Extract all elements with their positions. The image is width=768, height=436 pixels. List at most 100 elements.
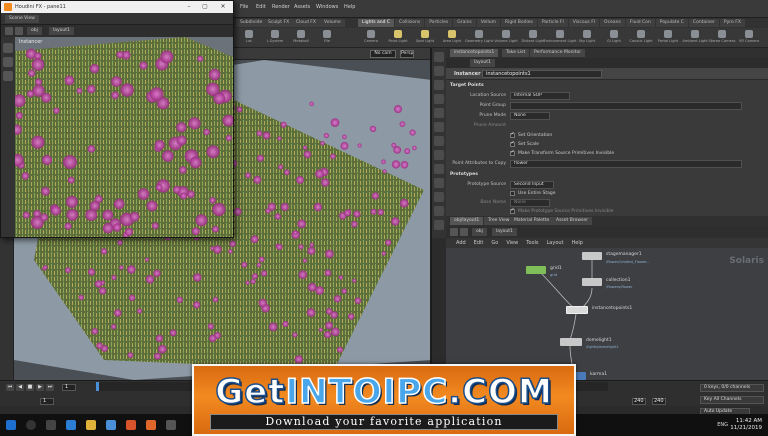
- shelf-tool-file[interactable]: File: [316, 28, 338, 48]
- play-icon[interactable]: ▶: [36, 384, 44, 391]
- zoom-icon[interactable]: [3, 71, 13, 81]
- net-menu-tools[interactable]: Tools: [526, 238, 538, 248]
- shelf-tool-stereo-camera[interactable]: Stereo Camera: [709, 28, 735, 48]
- app-taskbar-icon[interactable]: [166, 420, 176, 430]
- network-graph[interactable]: Solaris stagemanager1 /flower/Limited_Fl…: [446, 248, 768, 380]
- param-path[interactable]: layout1: [470, 59, 495, 67]
- net-menu-layout[interactable]: Layout: [547, 238, 564, 248]
- shelf-tab[interactable]: Vellum: [476, 19, 501, 27]
- render-region-icon[interactable]: [434, 220, 444, 230]
- shelf-tool-lattice[interactable]: Lat: [238, 28, 260, 48]
- select-icon[interactable]: [3, 43, 13, 53]
- background-icon[interactable]: [434, 136, 444, 146]
- ghost-icon[interactable]: [434, 150, 444, 160]
- tab-network[interactable]: obj/layout1: [450, 217, 484, 225]
- windows-start-icon[interactable]: [6, 420, 16, 430]
- current-frame-field[interactable]: 1: [62, 384, 76, 391]
- minimize-icon[interactable]: –: [183, 2, 195, 12]
- point-group-field[interactable]: [510, 102, 742, 110]
- shelf-tab[interactable]: Particles: [425, 19, 453, 27]
- camera-view-icon[interactable]: [434, 206, 444, 216]
- lighting-icon[interactable]: [434, 94, 444, 104]
- window-titlebar[interactable]: Houdini FX - pane11 – ▢ ✕: [1, 1, 233, 13]
- tab-scene-view[interactable]: Scene View: [5, 15, 39, 23]
- shelf-tab[interactable]: Viscous Fl: [568, 19, 600, 27]
- shelf-tool-point-light[interactable]: Point Light: [387, 28, 409, 48]
- path-obj[interactable]: obj: [27, 27, 42, 35]
- persp-menu[interactable]: Persp: [400, 50, 414, 58]
- tab-take-list[interactable]: Take List: [502, 49, 530, 57]
- wireframe-icon[interactable]: [434, 66, 444, 76]
- shelf-tab-sculpt[interactable]: Sculpt FX: [264, 19, 294, 27]
- shelf-tab[interactable]: Oceans: [600, 19, 625, 27]
- net-menu-add[interactable]: Add: [456, 238, 466, 248]
- display-options-icon[interactable]: [434, 52, 444, 62]
- shelf-tool-caustic-light[interactable]: Caustic Light: [629, 28, 653, 48]
- net-menu-help[interactable]: Help: [572, 238, 583, 248]
- shelf-tab-volume[interactable]: Volume: [320, 19, 345, 27]
- node-name-field[interactable]: instancetopoints1: [482, 70, 602, 78]
- set-orientation-checkbox[interactable]: [510, 131, 515, 138]
- search-icon[interactable]: [26, 420, 36, 430]
- use-entire-stage-checkbox[interactable]: [510, 191, 515, 196]
- shelf-tool-portal-light[interactable]: Portal Light: [657, 28, 679, 48]
- tab-instancetopoints[interactable]: instancetopoints1: [450, 49, 499, 57]
- shelf-tab[interactable]: Grains: [453, 19, 476, 27]
- language-indicator[interactable]: ENG: [717, 422, 728, 428]
- store-icon[interactable]: [106, 420, 116, 430]
- net-menu-go[interactable]: Go: [491, 238, 498, 248]
- forward-arrow-icon[interactable]: [15, 27, 23, 35]
- file-explorer-icon[interactable]: [86, 420, 96, 430]
- tab-performance-monitor[interactable]: Performance Monitor: [530, 49, 586, 57]
- shelf-tool-volume-light[interactable]: Volume Light: [494, 28, 518, 48]
- node-instancetopoints[interactable]: [566, 306, 588, 314]
- back-arrow-icon[interactable]: [450, 228, 458, 236]
- prototype-source-select[interactable]: Second Input: [510, 181, 554, 189]
- shelf-tool-geometry-light[interactable]: Geometry Light: [465, 28, 493, 48]
- end-frame-field[interactable]: 240: [632, 398, 646, 405]
- shelf-tab[interactable]: Lights and C: [358, 19, 395, 27]
- shelf-tab-subdivide[interactable]: Subdivide: [236, 19, 267, 27]
- edge-icon[interactable]: [66, 420, 76, 430]
- forward-arrow-icon[interactable]: [460, 228, 468, 236]
- back-arrow-icon[interactable]: [5, 27, 13, 35]
- shelf-tab-cloud[interactable]: Cloud FX: [292, 19, 320, 27]
- points-icon[interactable]: [434, 164, 444, 174]
- system-clock[interactable]: 11:42 AM 11/21/2019: [730, 418, 762, 432]
- menu-file[interactable]: File: [240, 4, 248, 10]
- houdini-taskbar-icon[interactable]: [146, 420, 156, 430]
- stop-icon[interactable]: ■: [26, 384, 34, 391]
- menu-help[interactable]: Help: [344, 4, 355, 10]
- shelf-tool-environment-light[interactable]: Environment Light: [543, 28, 577, 48]
- net-path-layout[interactable]: layout1: [492, 228, 517, 236]
- shelf-tab[interactable]: Particle Fl: [537, 19, 568, 27]
- menu-assets[interactable]: Assets: [294, 4, 310, 10]
- net-path-obj[interactable]: obj: [472, 228, 487, 236]
- prune-mode-select[interactable]: None: [510, 112, 550, 120]
- shelf-tool-distant-light[interactable]: Distant Light: [521, 28, 545, 48]
- shelf-tab[interactable]: Rigid Bodies: [501, 19, 537, 27]
- shelf-tab[interactable]: Pyro FX: [719, 19, 745, 27]
- node-collection[interactable]: [582, 278, 602, 286]
- section-prototypes[interactable]: Prototypes: [450, 172, 478, 177]
- shelf-tab[interactable]: Container: [688, 19, 719, 27]
- menu-render[interactable]: Render: [272, 4, 290, 10]
- shelf-tool-area-light[interactable]: Area Light: [441, 28, 463, 48]
- task-view-icon[interactable]: [46, 420, 56, 430]
- shelf-tool-sky-light[interactable]: Sky Light: [576, 28, 598, 48]
- shelf-tool-spot-light[interactable]: Spot Light: [414, 28, 436, 48]
- start-frame-field[interactable]: 1: [40, 398, 54, 405]
- jump-end-icon[interactable]: ⏭: [46, 384, 54, 391]
- shelf-tool-ambient-light[interactable]: Ambient Light: [682, 28, 708, 48]
- maximize-icon[interactable]: ▢: [199, 2, 211, 12]
- shelf-tab[interactable]: Fluid Con: [625, 19, 655, 27]
- camera-menu[interactable]: No cam: [370, 50, 396, 58]
- shelf-tool-lsystem[interactable]: L.System: [264, 28, 286, 48]
- tab-material-palette[interactable]: Material Palette: [510, 217, 554, 225]
- end-frame-field-2[interactable]: 240: [652, 398, 666, 405]
- location-source-select[interactable]: Internal SOP: [510, 92, 570, 100]
- node-stagemanager[interactable]: [582, 252, 602, 260]
- menu-edit[interactable]: Edit: [256, 4, 266, 10]
- shelf-tool-camera[interactable]: Camera: [360, 28, 382, 48]
- grid-icon[interactable]: [434, 122, 444, 132]
